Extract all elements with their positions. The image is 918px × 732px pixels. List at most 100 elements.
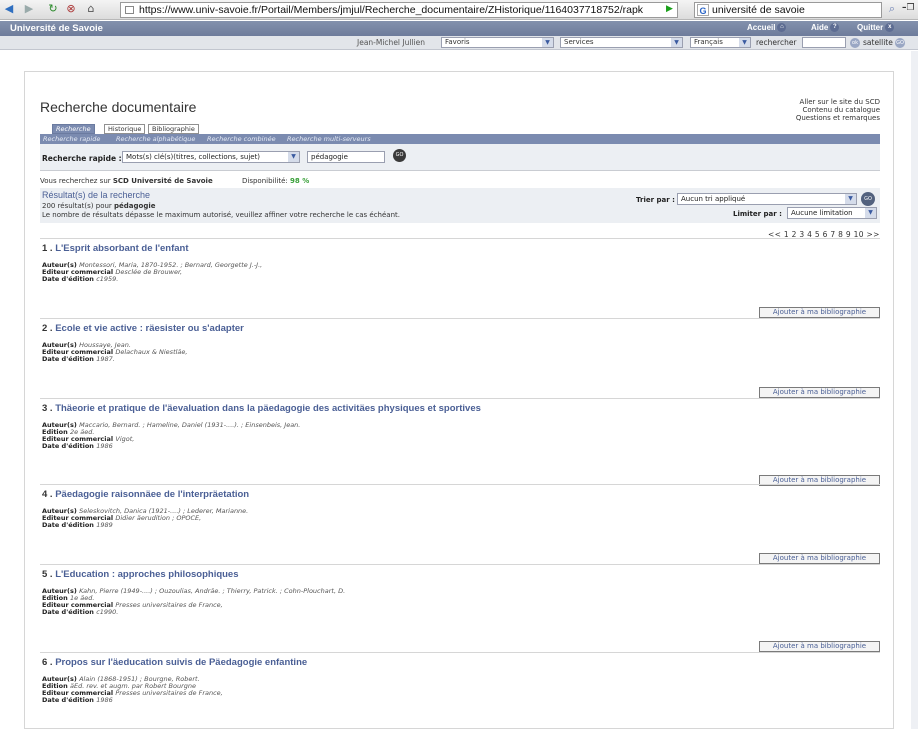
browser-search-input[interactable]: Guniversité de savoie [694,2,882,18]
result-record: 6 . Propos sur l'äeducation suivis de Pä… [40,652,880,732]
address-bar[interactable]: https://www.univ-savoie.fr/Portail/Membe… [120,2,678,18]
help-circle-icon: ? [830,23,840,33]
satellite-link[interactable]: satellite [863,38,893,47]
record-field-label: Date d'édition [42,696,97,704]
keyword-type-select[interactable]: Mots(s) clé(s)(titres, collections, suje… [122,151,300,163]
record-title[interactable]: 5 . L'Education : approches philosophiqu… [42,569,239,580]
window-controls-icon[interactable]: –❐ [902,3,915,13]
limit-select[interactable]: Aucune limitation ▼ [787,207,877,219]
home-icon[interactable]: ⌂ [84,2,98,16]
search-scope: Vous recherchez sur SCD Université de Sa… [40,177,213,185]
result-record: 2 . Ecole et vie active : räesister ou s… [40,318,880,398]
site-search-input[interactable] [802,37,846,48]
quit-link[interactable]: Quitter x [857,23,895,33]
add-to-bibliography-button[interactable]: Ajouter à ma bibliographie [759,641,880,652]
home-circle-icon: ⌂ [777,23,787,33]
add-to-bibliography-button[interactable]: Ajouter à ma bibliographie [759,307,880,318]
limit-label: Limiter par : [733,210,782,218]
record-field: Date d'édition 1986 [42,696,113,704]
record-field-value: Vigot, [115,435,135,443]
subtab-multi[interactable]: Recherche multi-serveurs [287,135,371,143]
chevron-down-icon: ▼ [542,38,553,47]
browser-search-text: université de savoie [712,4,805,16]
url-text: https://www.univ-savoie.fr/Portail/Membe… [139,4,644,16]
record-title-text: Päedagogie raisonnäee de l'interpräetati… [55,489,250,500]
record-field-label: Date d'édition [42,608,97,616]
record-number: 2 . [42,323,53,334]
back-icon[interactable]: ◀ [2,2,16,16]
add-to-bibliography-button[interactable]: Ajouter à ma bibliographie [759,553,880,564]
record-field-value: 1986 [96,442,113,450]
results-count: 200 résultat(s) pour pédagogie [42,202,156,210]
go-arrow-icon[interactable]: ▶ [666,4,676,14]
record-title-text: Thäeorie et pratique de l'äevaluation da… [55,403,481,414]
record-field-label: Date d'édition [42,275,97,283]
page-icon [125,6,134,14]
record-title[interactable]: 2 . Ecole et vie active : räesister ou s… [42,323,244,334]
tab-historique[interactable]: Historique [104,124,146,134]
record-field-value: Presses universitaires de France, [115,689,223,697]
record-field-value: 1989 [96,521,113,529]
record-field-value: 1987. [96,355,115,363]
record-field-value: Presses universitaires de France, [115,601,223,609]
services-select[interactable]: Services ▼ [560,37,683,48]
chevron-down-icon: ▼ [739,38,750,47]
add-to-bibliography-button[interactable]: Ajouter à ma bibliographie [759,387,880,398]
chevron-down-icon: ▼ [845,194,856,204]
record-field-value: c1990. [96,608,119,616]
home-link[interactable]: Accueil ⌂ [747,23,787,33]
scd-site-link[interactable]: Aller sur le site du SCD [800,98,880,106]
forward-icon[interactable]: ▶ [22,2,36,16]
google-icon[interactable]: G [697,4,709,16]
availability: Disponibilité: 98 % [242,177,310,185]
record-title[interactable]: 3 . Thäeorie et pratique de l'äevaluatio… [42,403,481,414]
results-note: Le nombre de résultats dépasse le maximu… [42,211,400,219]
record-title[interactable]: 4 . Päedagogie raisonnäee de l'interpräe… [42,489,249,500]
result-record: 4 . Päedagogie raisonnäee de l'interpräe… [40,484,880,564]
sort-go-button[interactable]: GO [861,192,875,206]
search-ok-button[interactable]: ok [850,38,860,48]
record-field-value: c1959. [96,275,119,283]
record-number: 5 . [42,569,53,580]
chevron-down-icon: ▼ [865,208,876,218]
result-record: 3 . Thäeorie et pratique de l'äevaluatio… [40,398,880,486]
record-title-text: L'Education : approches philosophiques [55,569,239,580]
record-title-text: Propos sur l'äeducation suivis de Päedag… [55,657,308,668]
search-icon[interactable]: ⌕ [884,2,900,18]
chevron-down-icon: ▼ [288,152,299,162]
chevron-down-icon: ▼ [671,38,682,47]
record-number: 6 . [42,657,53,668]
search-label: rechercher [756,38,797,47]
sort-select[interactable]: Aucun tri appliqué ▼ [677,193,857,205]
record-field: Date d'édition 1989 [42,521,113,529]
record-title-text: Ecole et vie active : räesister ou s'ada… [55,323,244,334]
language-select[interactable]: Français ▼ [690,37,751,48]
record-field-value: Delachaux & Niestläe, [115,348,188,356]
record-field-value: Desclée de Brouwer, [115,268,183,276]
quick-search-input[interactable]: pédagogie [307,151,385,163]
subtab-combined[interactable]: Recherche combinée [207,135,276,143]
record-title[interactable]: 1 . L'Esprit absorbant de l'enfant [42,243,189,254]
page-title: Recherche documentaire [40,99,197,115]
vertical-scrollbar[interactable] [911,51,918,729]
result-record: 1 . L'Esprit absorbant de l'enfant Auteur… [40,238,880,318]
help-link[interactable]: Aide? [811,23,840,33]
tab-recherche[interactable]: Recherche [52,124,95,134]
favorites-select[interactable]: Favoris ▼ [441,37,554,48]
record-field-value: 1986 [96,696,113,704]
quick-search-label: Recherche rapide : [42,154,122,163]
stop-icon[interactable]: ⊗ [64,2,78,16]
catalogue-link[interactable]: Contenu du catalogue [803,106,880,114]
questions-link[interactable]: Questions et remarques [796,114,880,122]
record-field: Date d'édition 1986 [42,442,113,450]
quick-search-go-button[interactable]: GO [393,149,406,162]
satellite-go-button[interactable]: GO [895,38,905,48]
site-title[interactable]: Université de Savoie [10,23,103,34]
reload-icon[interactable]: ↻ [46,2,60,16]
record-number: 4 . [42,489,53,500]
result-record: 5 . L'Education : approches philosophiqu… [40,564,880,652]
subtab-quick[interactable]: Recherche rapide [43,135,100,143]
record-title[interactable]: 6 . Propos sur l'äeducation suivis de Pä… [42,657,307,668]
tab-bibliographie[interactable]: Bibliographie [148,124,199,134]
subtab-alpha[interactable]: Recherche alphabétique [116,135,195,143]
